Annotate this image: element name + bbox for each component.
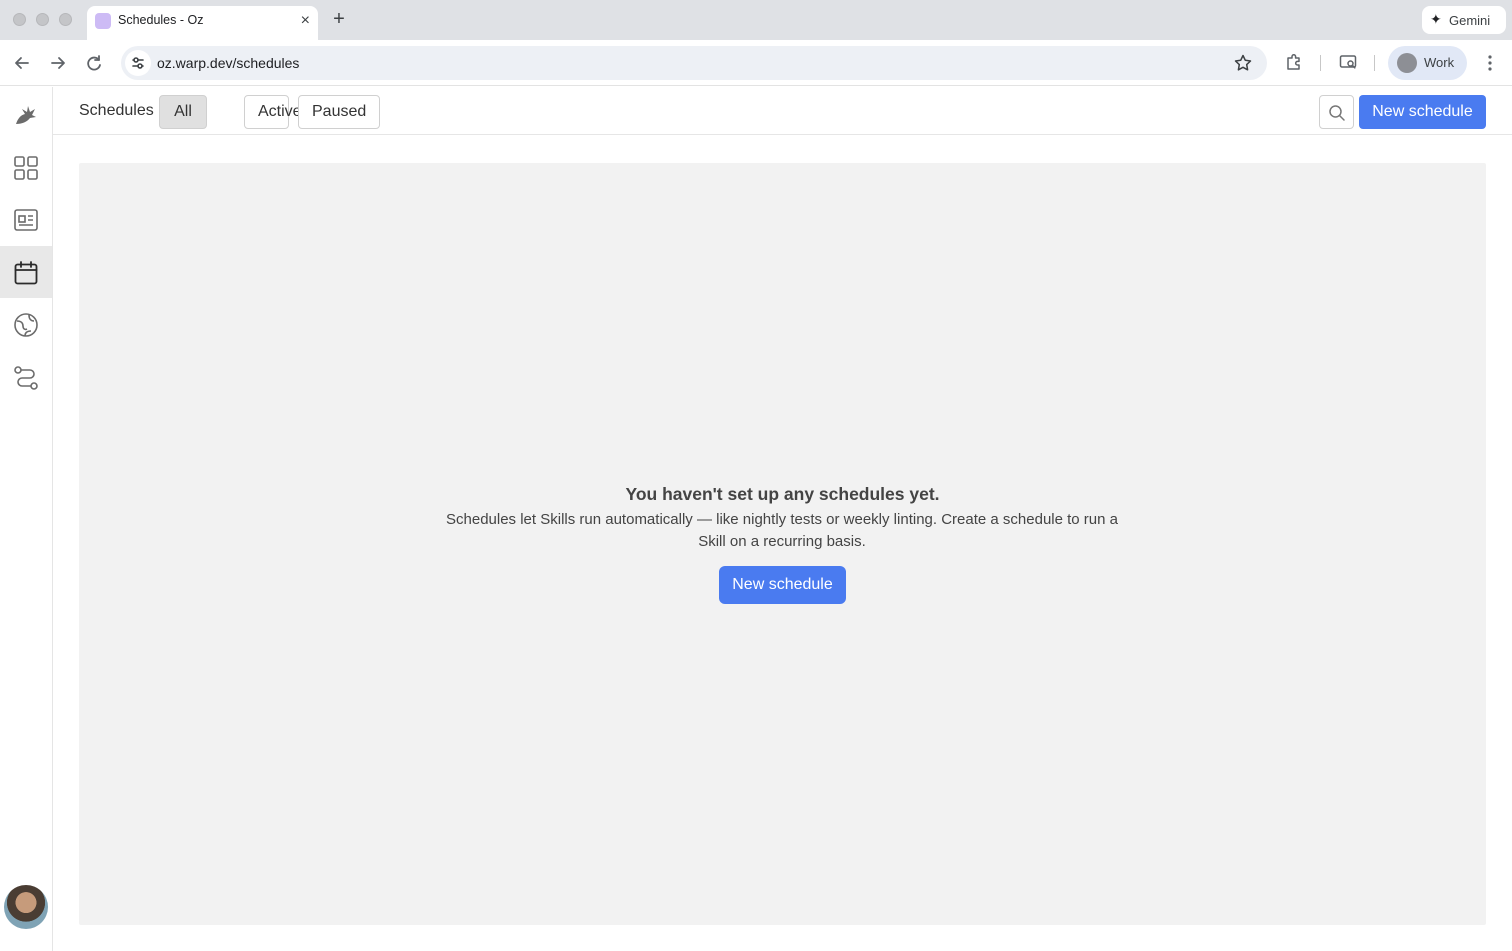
sidebar-item-integrations[interactable] (0, 351, 52, 403)
url-text: oz.warp.dev/schedules (157, 55, 300, 71)
back-arrow-icon[interactable] (11, 52, 33, 74)
empty-state-new-schedule-button[interactable]: New schedule (719, 566, 846, 604)
gemini-button[interactable]: ✦ Gemini (1422, 6, 1506, 34)
page-header: Schedules All Active Paused New schedule (53, 87, 1512, 135)
schedules-page: Schedules All Active Paused New schedule… (53, 87, 1512, 951)
empty-state-title: You haven't set up any schedules yet. (625, 484, 940, 504)
calendar-icon (14, 261, 38, 285)
browser-menu-icon[interactable] (1482, 52, 1498, 74)
sidebar-item-dashboard[interactable] (0, 141, 52, 193)
empty-state-panel: You haven't set up any schedules yet. Sc… (79, 163, 1486, 925)
site-settings-icon[interactable] (125, 50, 151, 76)
forward-arrow-icon[interactable] (47, 52, 69, 74)
toolbar-divider (1320, 55, 1321, 71)
dashboard-grid-icon (14, 156, 38, 180)
filter-paused-button[interactable]: Paused (298, 95, 380, 129)
profile-chip[interactable]: Work (1388, 46, 1467, 80)
profile-avatar (1397, 53, 1417, 73)
window-close-button[interactable] (13, 13, 26, 26)
gemini-label: Gemini (1449, 13, 1491, 28)
profile-label: Work (1424, 55, 1455, 70)
sidebar-item-schedules[interactable] (0, 246, 52, 298)
user-avatar[interactable] (4, 885, 48, 929)
browser-toolbar: oz.warp.dev/schedules Work (0, 40, 1512, 86)
reload-icon[interactable] (83, 52, 105, 74)
search-icon (1329, 105, 1345, 121)
browser-tab-schedules[interactable]: Schedules - Oz × (87, 6, 318, 40)
page-title: Schedules (79, 102, 154, 119)
app-sidebar (0, 87, 53, 951)
sidebar-item-home[interactable] (0, 87, 52, 139)
window-minimize-button[interactable] (36, 13, 49, 26)
tab-title: Schedules - Oz (118, 13, 204, 27)
new-schedule-button[interactable]: New schedule (1359, 95, 1486, 129)
address-bar[interactable]: oz.warp.dev/schedules (121, 46, 1267, 80)
filter-all-button[interactable]: All (159, 95, 207, 129)
skills-icon (14, 209, 38, 231)
extensions-puzzle-icon[interactable] (1284, 52, 1304, 72)
filter-active-button[interactable]: Active (244, 95, 302, 129)
empty-state-description: Schedules let Skills run automatically —… (446, 511, 1118, 550)
oz-favicon-icon (95, 13, 111, 29)
environments-icon (14, 313, 38, 337)
gemini-sparkle-icon: ✦ (1430, 11, 1442, 27)
tab-search-icon[interactable] (1338, 52, 1358, 72)
search-button[interactable] (1319, 95, 1354, 129)
browser-tab-strip: Schedules - Oz × + ✦ Gemini (0, 0, 1512, 40)
window-zoom-button[interactable] (59, 13, 72, 26)
sidebar-item-environments[interactable] (0, 298, 52, 350)
new-tab-button[interactable]: + (329, 9, 349, 29)
sidebar-item-skills[interactable] (0, 193, 52, 245)
integrations-icon (14, 366, 38, 390)
tab-close-icon[interactable]: × (301, 11, 310, 31)
oz-logo-icon (16, 106, 36, 124)
toolbar-divider (1374, 55, 1375, 71)
bookmark-star-icon[interactable] (1233, 53, 1253, 73)
